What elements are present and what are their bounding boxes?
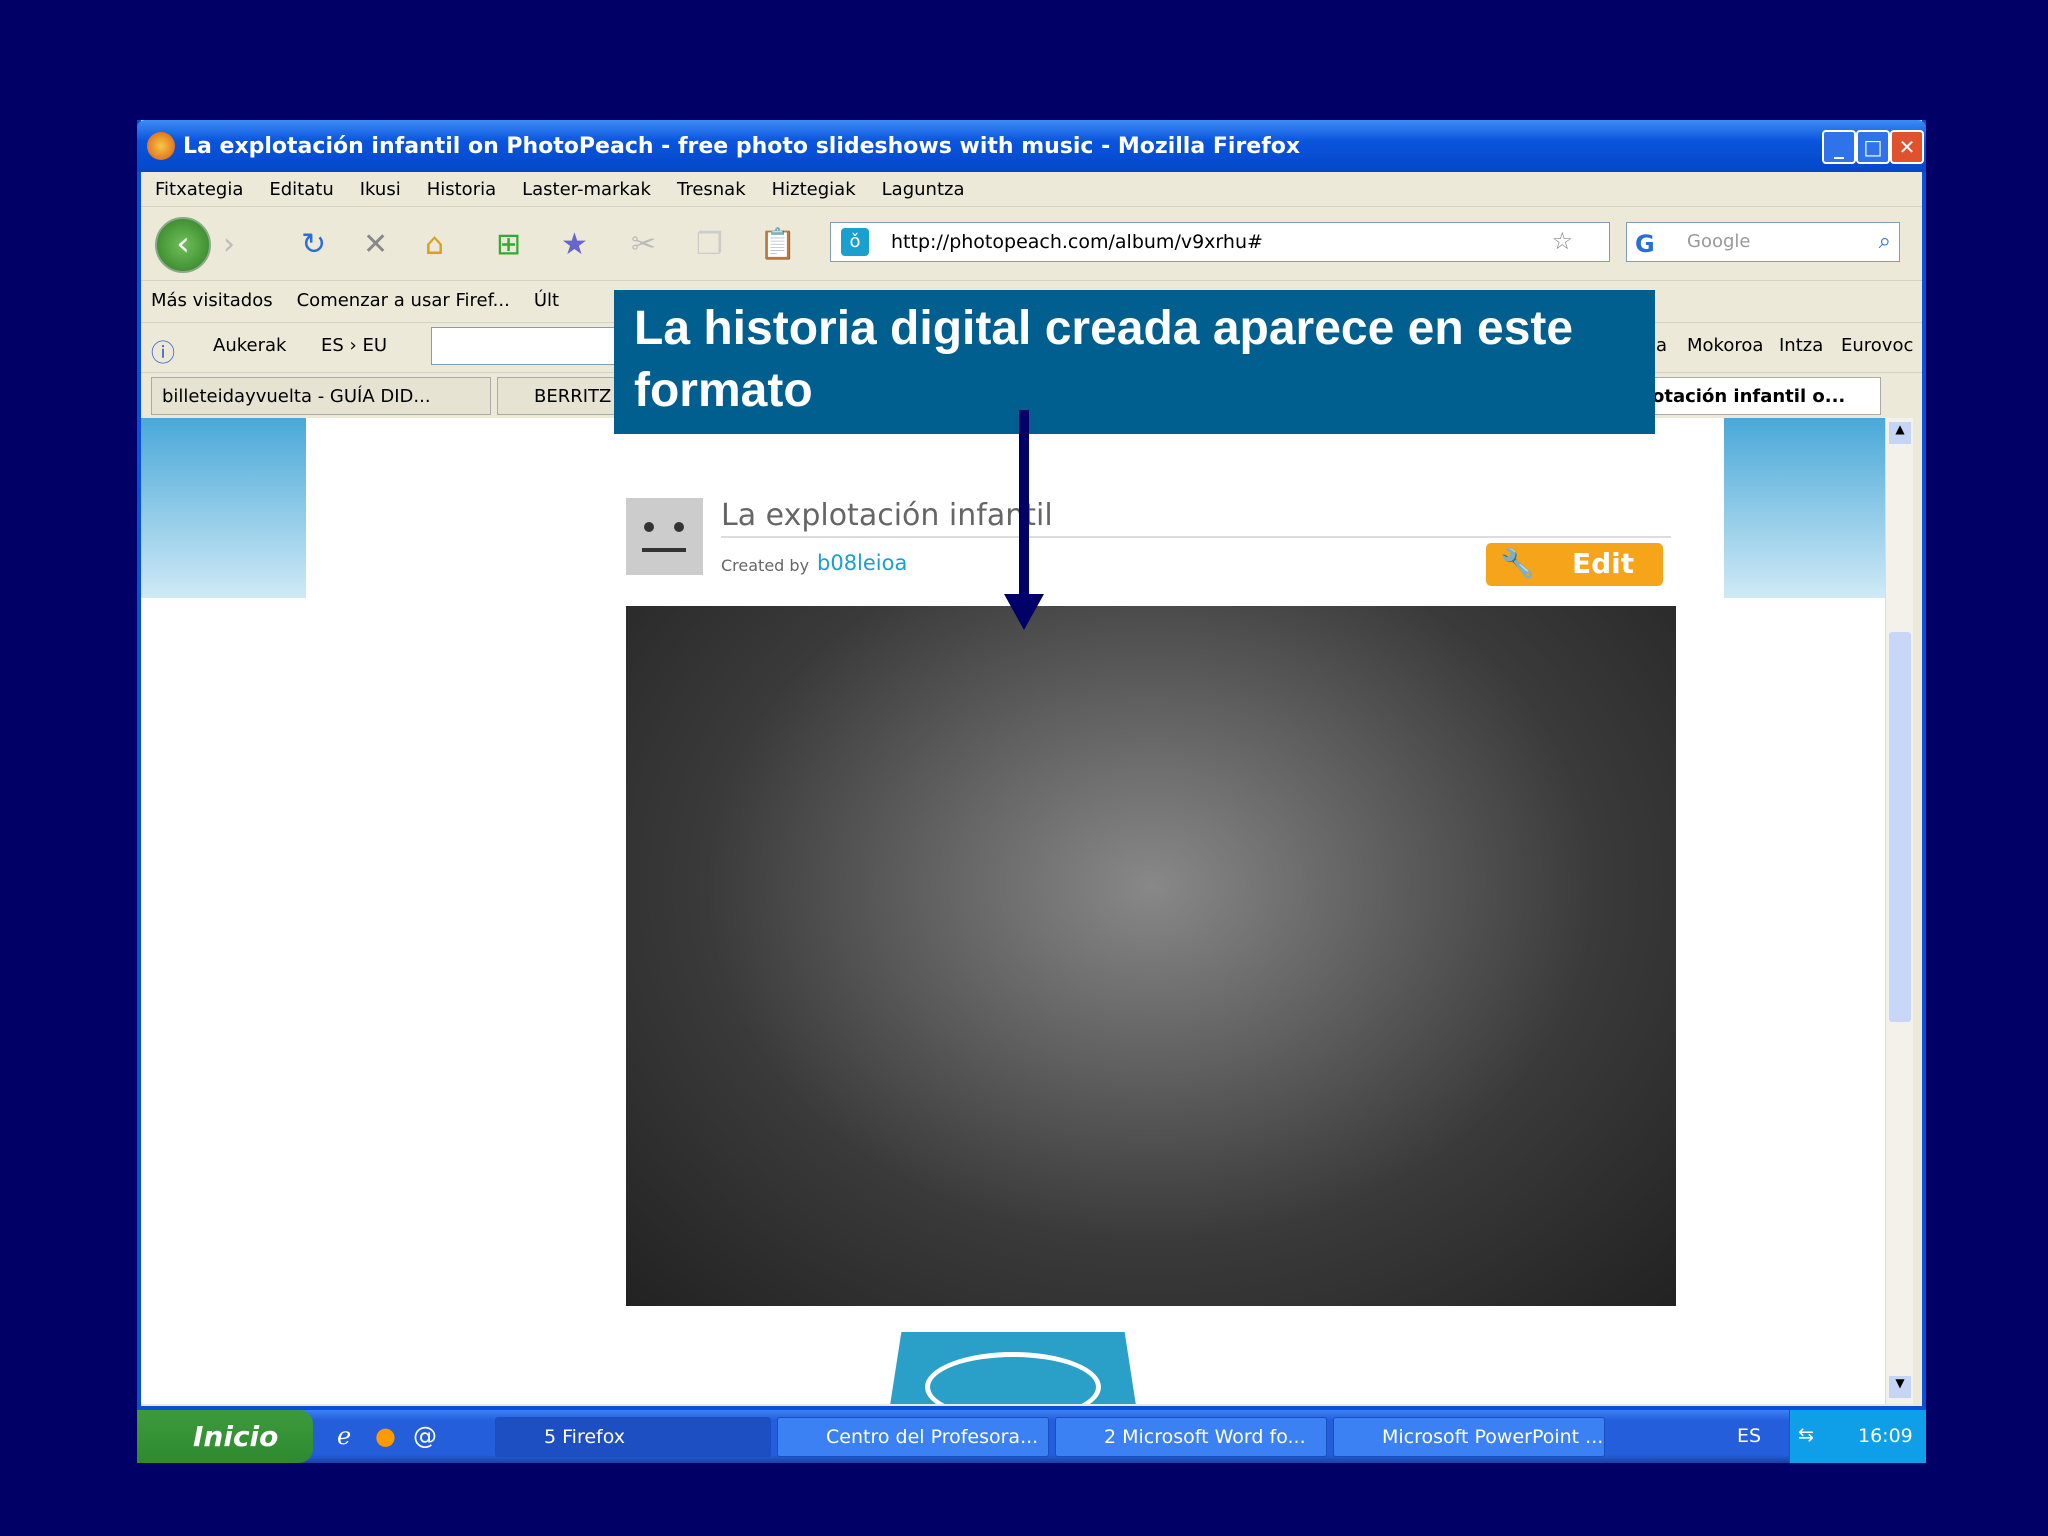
edit-label: Edit — [1572, 547, 1635, 580]
dictionary-input[interactable] — [431, 327, 631, 365]
tab-billeteidayvuelta[interactable]: billeteidayvuelta - GUÍA DID... — [151, 377, 491, 415]
bookmark-getting-started[interactable]: Comenzar a usar Firef... — [297, 290, 510, 311]
edit-button[interactable]: 🔧 Edit — [1486, 543, 1663, 586]
scroll-thumb[interactable] — [1889, 632, 1911, 1022]
quick-launch-email-icon[interactable]: @ — [413, 1422, 437, 1450]
menu-help[interactable]: Laguntza — [882, 179, 965, 200]
bookmark-latest[interactable]: Últ — [534, 290, 559, 311]
network-icon[interactable]: ⇆ — [1798, 1424, 1814, 1446]
task-centro-profesorado[interactable]: Centro del Profesora... — [777, 1417, 1049, 1457]
stop-icon[interactable]: ✕ — [363, 227, 388, 262]
menu-edit[interactable]: Editatu — [269, 179, 333, 200]
paste-icon[interactable]: 📋 — [759, 227, 796, 262]
options-dropdown[interactable]: Aukerak — [213, 335, 286, 356]
annotation-arrow — [1019, 410, 1029, 600]
quick-launch-ie-icon[interactable]: ℯ — [337, 1422, 351, 1450]
minimize-button[interactable]: _ — [1822, 130, 1856, 164]
task-word[interactable]: 2 Microsoft Word fo... — [1055, 1417, 1327, 1457]
close-button[interactable]: ✕ — [1890, 130, 1924, 164]
window-title: La explotación infantil on PhotoPeach - … — [183, 133, 1301, 159]
arrow-head — [1004, 594, 1044, 630]
system-tray: ⇆ 16:09 — [1789, 1410, 1926, 1463]
album-panel: La explotación infantil Created by b08le… — [306, 418, 1724, 1404]
title-bar: La explotación infantil on PhotoPeach - … — [137, 120, 1926, 172]
avatar — [626, 498, 703, 575]
scroll-up-button[interactable]: ▲ — [1889, 422, 1911, 444]
new-tab-icon[interactable]: ⊞ — [496, 227, 521, 262]
wrench-icon: 🔧 — [1500, 547, 1535, 580]
start-label: Inicio — [193, 1420, 279, 1453]
menu-bookmarks[interactable]: Laster-markak — [522, 179, 651, 200]
search-input[interactable]: G Google ⌕ — [1626, 222, 1900, 262]
dict-intza[interactable]: Intza — [1779, 335, 1823, 356]
clock: 16:09 — [1858, 1425, 1913, 1447]
annotation-callout: La historia digital creada aparece en es… — [614, 290, 1655, 434]
menu-dictionaries[interactable]: Hiztegiak — [772, 179, 856, 200]
firefox-icon — [147, 132, 175, 160]
cut-icon[interactable]: ✂ — [631, 227, 656, 262]
bookmark-page-icon[interactable]: ★ — [561, 227, 588, 262]
taskbar: Inicio ℯ ● @ 5 Firefox Centro del Profes… — [137, 1410, 1926, 1463]
vertical-scrollbar[interactable]: ▲ ▼ — [1885, 418, 1913, 1404]
language-dropdown[interactable]: ES › EU — [321, 335, 387, 356]
dict-mokoroa[interactable]: Mokoroa — [1687, 335, 1763, 356]
reload-icon[interactable]: ↻ — [301, 227, 326, 262]
menu-view[interactable]: Ikusi — [360, 179, 401, 200]
search-icon[interactable]: ⌕ — [1879, 223, 1891, 261]
maximize-button[interactable]: □ — [1856, 130, 1890, 164]
dict-eurovoc[interactable]: Eurovoc — [1841, 335, 1913, 356]
scroll-down-button[interactable]: ▼ — [1889, 1376, 1911, 1398]
author-link[interactable]: b08leioa — [817, 551, 907, 575]
star-icon[interactable]: ☆ — [1551, 227, 1573, 255]
site-icon: ǒ — [841, 228, 869, 256]
task-powerpoint[interactable]: Microsoft PowerPoint ... — [1333, 1417, 1605, 1457]
menu-tools[interactable]: Tresnak — [677, 179, 746, 200]
back-button[interactable]: ‹ — [155, 217, 211, 273]
photopeach-logo — [889, 1332, 1137, 1404]
help-icon[interactable]: ⓘ — [151, 333, 175, 368]
start-button[interactable]: Inicio — [137, 1410, 313, 1463]
tab-active[interactable]: otación infantil o... — [1641, 377, 1881, 415]
home-icon[interactable]: ⌂ — [425, 227, 444, 262]
album-title: La explotación infantil — [721, 498, 1671, 538]
search-placeholder: Google — [1687, 231, 1751, 252]
forward-button[interactable]: › — [223, 227, 235, 262]
language-indicator[interactable]: ES — [1737, 1425, 1761, 1447]
menu-history[interactable]: Historia — [427, 179, 496, 200]
bookmark-most-visited[interactable]: Más visitados — [151, 290, 273, 311]
menu-bar: Fitxategia Editatu Ikusi Historia Laster… — [141, 172, 1922, 206]
page-content: La explotación infantil Created by b08le… — [141, 418, 1885, 1404]
copy-icon[interactable]: ❐ — [696, 227, 723, 262]
quick-launch-firefox-icon[interactable]: ● — [375, 1422, 396, 1450]
slideshow-photo[interactable] — [626, 606, 1676, 1306]
google-icon[interactable]: G — [1635, 225, 1655, 263]
url-text: http://photopeach.com/album/v9xrhu# — [891, 231, 1263, 253]
menu-file[interactable]: Fitxategia — [155, 179, 243, 200]
task-firefox[interactable]: 5 Firefox — [495, 1417, 771, 1457]
created-by-label: Created by — [721, 556, 810, 575]
url-bar[interactable]: ǒ http://photopeach.com/album/v9xrhu# ☆ — [830, 222, 1610, 262]
